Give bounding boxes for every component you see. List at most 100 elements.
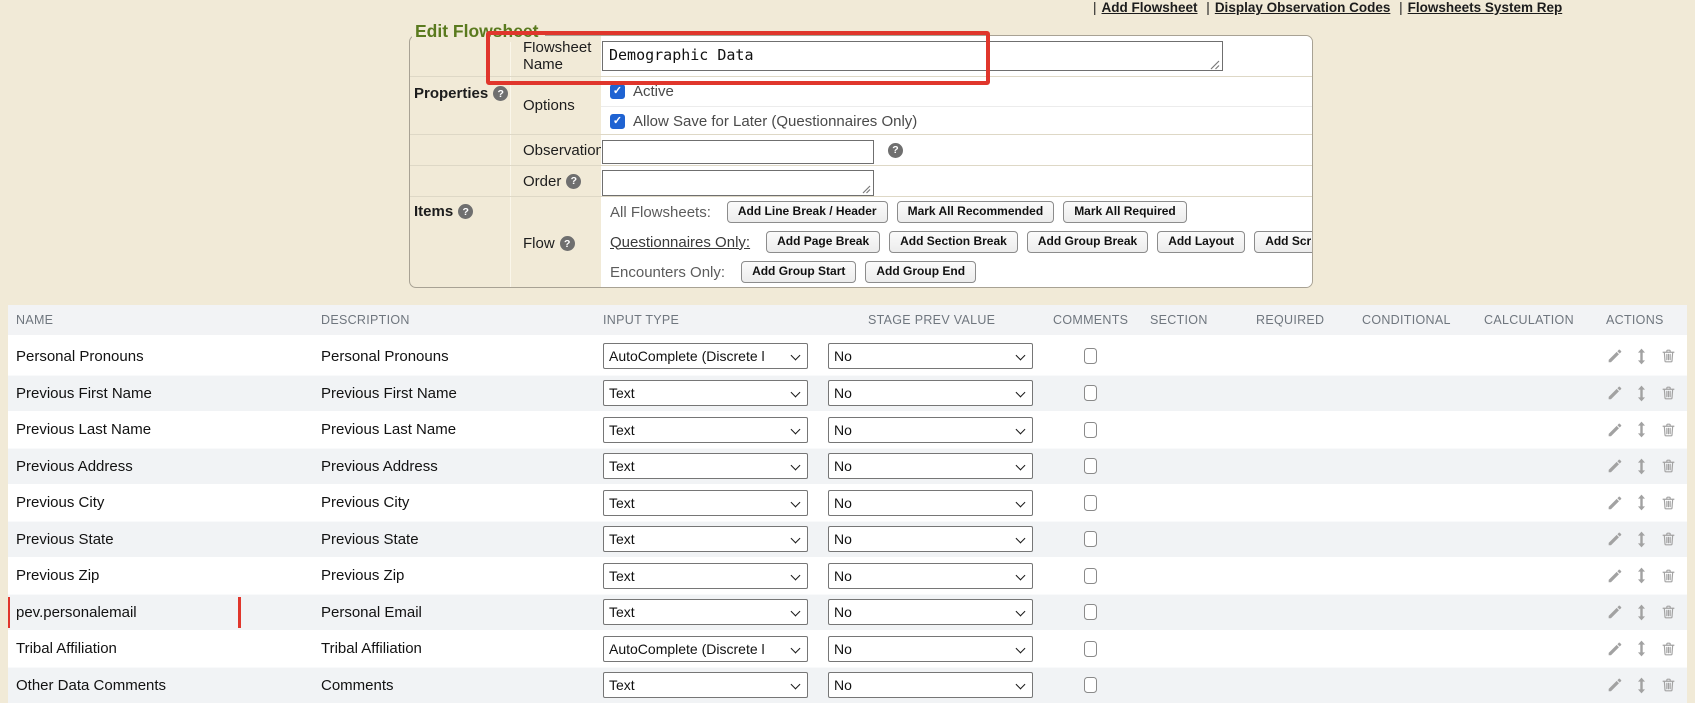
- stage-prev-value-select[interactable]: No: [828, 343, 1033, 369]
- order-input[interactable]: [602, 170, 874, 196]
- comments-checkbox[interactable]: [1084, 348, 1097, 364]
- stage-prev-value-select[interactable]: No: [828, 636, 1033, 662]
- delete-icon[interactable]: [1661, 422, 1676, 438]
- move-icon[interactable]: [1635, 348, 1648, 365]
- edit-icon[interactable]: [1606, 348, 1622, 364]
- comments-checkbox[interactable]: [1084, 422, 1097, 438]
- delete-icon[interactable]: [1661, 385, 1676, 401]
- top-nav-link[interactable]: Flowsheets System Rep: [1408, 0, 1563, 15]
- stage-prev-value-select[interactable]: No: [828, 672, 1033, 698]
- stage-prev-value-select[interactable]: No: [828, 453, 1033, 479]
- delete-icon[interactable]: [1661, 458, 1676, 474]
- edit-icon[interactable]: [1606, 422, 1622, 438]
- move-icon[interactable]: [1635, 385, 1648, 402]
- move-icon[interactable]: [1635, 640, 1648, 657]
- delete-icon[interactable]: [1661, 568, 1676, 584]
- top-nav-link[interactable]: Add Flowsheet: [1102, 0, 1198, 15]
- edit-icon[interactable]: [1606, 458, 1622, 474]
- delete-icon[interactable]: [1661, 641, 1676, 657]
- flow-action-button[interactable]: Add Layout: [1157, 231, 1245, 253]
- edit-icon[interactable]: [1606, 641, 1622, 657]
- move-icon[interactable]: [1635, 604, 1648, 621]
- edit-icon[interactable]: [1606, 385, 1622, 401]
- move-icon[interactable]: [1635, 531, 1648, 548]
- stage-prev-value-select[interactable]: No: [828, 563, 1033, 589]
- input-type-select[interactable]: Text: [603, 526, 808, 552]
- stage-prev-value-select[interactable]: No: [828, 526, 1033, 552]
- flow-action-button[interactable]: Add Page Break: [766, 231, 880, 253]
- flow-action-button[interactable]: Mark All Recommended: [897, 201, 1055, 223]
- delete-icon[interactable]: [1661, 531, 1676, 547]
- help-icon[interactable]: ?: [566, 174, 581, 189]
- item-name: Previous State: [16, 531, 114, 548]
- move-icon[interactable]: [1635, 494, 1648, 511]
- input-type-select[interactable]: Text: [603, 380, 808, 406]
- help-icon[interactable]: ?: [493, 86, 508, 101]
- stage-prev-value-select[interactable]: No: [828, 417, 1033, 443]
- flow-action-button[interactable]: Add Line Break / Header: [727, 201, 888, 223]
- comments-checkbox[interactable]: [1084, 531, 1097, 547]
- flowsheet-name-input[interactable]: [602, 41, 1223, 71]
- option-checkbox[interactable]: [610, 114, 625, 129]
- top-nav-link[interactable]: Display Observation Codes: [1215, 0, 1391, 15]
- comments-checkbox[interactable]: [1084, 458, 1097, 474]
- comments-checkbox[interactable]: [1084, 495, 1097, 511]
- input-type-select[interactable]: Text: [603, 453, 808, 479]
- flow-action-button[interactable]: Add Section Break: [889, 231, 1018, 253]
- input-type-select[interactable]: Text: [603, 563, 808, 589]
- input-type-select[interactable]: AutoComplete (Discrete l: [603, 636, 808, 662]
- column-header-section: SECTION: [1136, 313, 1246, 327]
- comments-checkbox[interactable]: [1084, 641, 1097, 657]
- item-description: Previous State: [318, 531, 598, 548]
- help-icon[interactable]: ?: [458, 204, 473, 219]
- move-icon[interactable]: [1635, 421, 1648, 438]
- delete-icon[interactable]: [1661, 677, 1676, 693]
- flow-action-button[interactable]: Mark All Required: [1063, 201, 1187, 223]
- edit-flowsheet-page: { "colors": { "page_background": "#f1ead…: [0, 0, 1695, 692]
- flowsheet-name-row: Flowsheet Name: [410, 36, 1312, 76]
- help-icon[interactable]: ?: [560, 236, 575, 251]
- input-type-value: Text: [609, 604, 635, 620]
- move-icon[interactable]: [1635, 677, 1648, 694]
- observation-input[interactable]: [602, 140, 874, 164]
- stage-prev-value-select[interactable]: No: [828, 599, 1033, 625]
- flow-action-button[interactable]: Add Group Start: [741, 261, 856, 283]
- input-type-select[interactable]: AutoComplete (Discrete l: [603, 343, 808, 369]
- move-icon[interactable]: [1635, 567, 1648, 584]
- table-row: Previous Zip Previous Zip Text No: [8, 557, 1687, 594]
- flowsheet-name-label: Flowsheet Name: [511, 36, 601, 76]
- questionnaires-only-label[interactable]: Questionnaires Only:: [610, 234, 750, 251]
- move-icon[interactable]: [1635, 458, 1648, 475]
- stage-prev-value-select[interactable]: No: [828, 490, 1033, 516]
- flow-action-button[interactable]: Add Scriptlet: [1254, 231, 1313, 253]
- stage-prev-value-select[interactable]: No: [828, 380, 1033, 406]
- edit-icon[interactable]: [1606, 495, 1622, 511]
- help-icon[interactable]: ?: [888, 143, 903, 158]
- input-type-select[interactable]: Text: [603, 490, 808, 516]
- edit-icon[interactable]: [1606, 604, 1622, 620]
- comments-checkbox[interactable]: [1084, 568, 1097, 584]
- comments-checkbox[interactable]: [1084, 604, 1097, 620]
- item-description: Comments: [318, 677, 598, 694]
- flow-action-button[interactable]: Add Group Break: [1027, 231, 1148, 253]
- edit-icon[interactable]: [1606, 531, 1622, 547]
- comments-checkbox[interactable]: [1084, 677, 1097, 693]
- input-type-select[interactable]: Text: [603, 417, 808, 443]
- input-type-value: Text: [609, 495, 635, 511]
- flow-row: Items ? Flow ? All Flowsheets: Add Line …: [410, 196, 1312, 288]
- input-type-select[interactable]: Text: [603, 672, 808, 698]
- edit-icon[interactable]: [1606, 568, 1622, 584]
- edit-icon[interactable]: [1606, 677, 1622, 693]
- item-name-cell: Other Data Comments: [16, 670, 166, 701]
- delete-icon[interactable]: [1661, 604, 1676, 620]
- delete-icon[interactable]: [1661, 348, 1676, 364]
- delete-icon[interactable]: [1661, 495, 1676, 511]
- encounters-only-button-group: Encounters Only: Add Group StartAdd Grou…: [601, 257, 1313, 287]
- comments-checkbox[interactable]: [1084, 385, 1097, 401]
- flow-action-button[interactable]: Add Group End: [865, 261, 976, 283]
- column-header-input-type: INPUT TYPE: [598, 313, 824, 327]
- input-type-select[interactable]: Text: [603, 599, 808, 625]
- item-name-cell: Previous Zip: [16, 560, 99, 591]
- option-checkbox[interactable]: [610, 84, 625, 99]
- stage-prev-value: No: [834, 641, 852, 657]
